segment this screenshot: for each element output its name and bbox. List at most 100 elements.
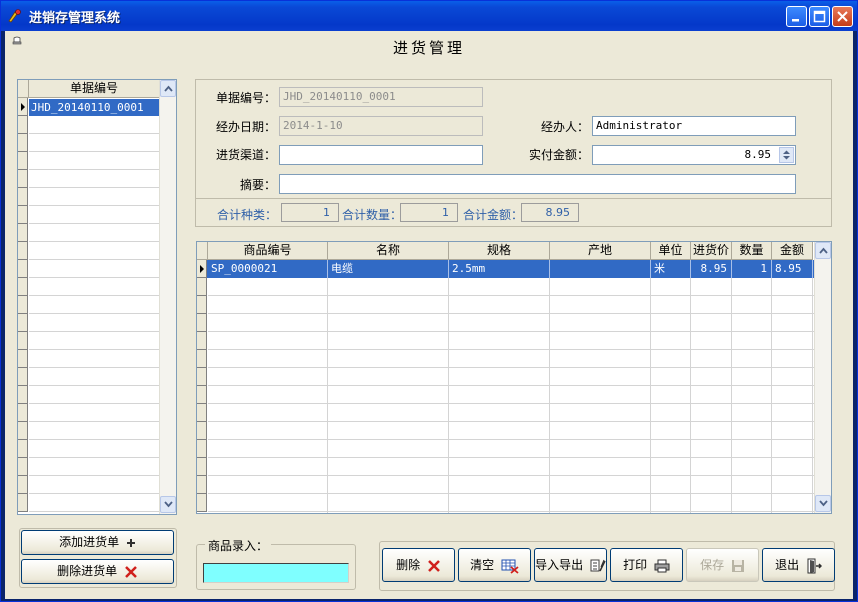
column-header[interactable]: 规格 xyxy=(449,242,550,260)
doc-no-column-header[interactable]: 单据编号 xyxy=(29,80,160,98)
row-indicator[interactable] xyxy=(197,386,207,404)
row-indicator[interactable] xyxy=(18,314,28,332)
row-gridline xyxy=(29,367,159,368)
paid-amount-input[interactable]: 8.95 xyxy=(592,145,796,165)
goods-grid[interactable]: 商品编号 名称 规格 产地 单位 进货价 数量 金额 SP_0000021 电缆 2.5mm 米 8.… xyxy=(196,241,832,514)
row-indicator[interactable] xyxy=(18,296,28,314)
row-indicator[interactable] xyxy=(18,188,28,206)
table-cell[interactable]: 8.95 xyxy=(691,260,732,278)
row-indicator[interactable] xyxy=(18,332,28,350)
row-indicator[interactable] xyxy=(18,116,28,134)
list-item-selected[interactable]: JHD_20140110_0001 xyxy=(29,99,159,116)
add-purchase-order-button[interactable]: 添加进货单 xyxy=(21,530,174,555)
row-indicator[interactable] xyxy=(18,98,28,116)
row-indicator[interactable] xyxy=(18,476,28,494)
column-header[interactable]: 金额 xyxy=(772,242,813,260)
table-cell[interactable]: SP_0000021 xyxy=(208,260,328,278)
row-indicator[interactable] xyxy=(18,350,28,368)
table-row[interactable]: SP_0000021 电缆 2.5mm 米 8.95 1 8.95 xyxy=(207,260,815,278)
row-indicator[interactable] xyxy=(18,206,28,224)
row-indicator[interactable] xyxy=(197,404,207,422)
list-scrollbar[interactable] xyxy=(159,80,176,514)
table-cell[interactable]: 电缆 xyxy=(328,260,449,278)
table-cell[interactable]: 2.5mm xyxy=(449,260,550,278)
column-header[interactable]: 产地 xyxy=(550,242,651,260)
minimize-button[interactable] xyxy=(786,6,807,27)
row-gridline xyxy=(208,385,814,386)
row-indicator[interactable] xyxy=(197,332,207,350)
row-indicator[interactable] xyxy=(18,368,28,386)
table-cell[interactable] xyxy=(550,260,651,278)
row-gridline xyxy=(29,331,159,332)
goods-entry-input[interactable] xyxy=(203,563,349,583)
row-gridline xyxy=(208,331,814,332)
close-icon xyxy=(837,11,848,22)
row-indicator[interactable] xyxy=(18,278,28,296)
row-indicator[interactable] xyxy=(197,260,207,278)
column-header[interactable]: 进货价 xyxy=(691,242,732,260)
row-indicator[interactable] xyxy=(18,440,28,458)
print-button[interactable]: 打印 xyxy=(610,548,683,582)
row-indicator[interactable] xyxy=(197,314,207,332)
row-indicator[interactable] xyxy=(197,440,207,458)
column-header[interactable]: 单位 xyxy=(651,242,691,260)
table-cell[interactable]: 8.95 xyxy=(772,260,813,278)
row-indicator[interactable] xyxy=(18,170,28,188)
channel-input[interactable] xyxy=(279,145,483,165)
save-button[interactable]: 保存 xyxy=(686,548,759,582)
clear-button[interactable]: 清空 xyxy=(458,548,531,582)
row-gridline xyxy=(208,295,814,296)
row-indicator[interactable] xyxy=(18,152,28,170)
column-header[interactable]: 数量 xyxy=(732,242,772,260)
row-indicator[interactable] xyxy=(18,260,28,278)
goods-scrollbar[interactable] xyxy=(814,242,831,513)
title-bar[interactable]: 进销存管理系统 xyxy=(1,1,857,31)
clear-label: 清空 xyxy=(470,558,495,572)
import-export-button[interactable]: 导入导出 xyxy=(534,548,607,582)
row-indicator[interactable] xyxy=(197,458,207,476)
exit-button[interactable]: 退出 xyxy=(762,548,835,582)
column-header[interactable]: 名称 xyxy=(328,242,449,260)
document-list-grid[interactable]: 单据编号 JHD_20140110_0001 xyxy=(17,79,177,515)
column-gridline xyxy=(690,260,691,513)
paid-amount-spinner[interactable] xyxy=(779,147,794,163)
clear-grid-icon xyxy=(501,559,519,574)
channel-label: 进货渠道： xyxy=(216,148,277,162)
client-area: 进货管理 单据编号 JHD_20140110_0001 单据编号： JHD_20… xyxy=(5,31,853,599)
scroll-down-button[interactable] xyxy=(160,496,176,513)
table-cell[interactable]: 米 xyxy=(651,260,691,278)
row-indicator[interactable] xyxy=(18,242,28,260)
row-indicator[interactable] xyxy=(18,494,28,512)
row-indicator[interactable] xyxy=(18,386,28,404)
total-kinds-value: 1 xyxy=(281,203,339,222)
maximize-button[interactable] xyxy=(809,6,830,27)
maximize-icon xyxy=(813,10,826,23)
row-indicator[interactable] xyxy=(197,494,207,512)
row-indicator[interactable] xyxy=(197,296,207,314)
row-indicator[interactable] xyxy=(18,422,28,440)
row-indicator[interactable] xyxy=(18,224,28,242)
row-indicator[interactable] xyxy=(18,458,28,476)
column-header[interactable]: 商品编号 xyxy=(208,242,328,260)
row-indicator[interactable] xyxy=(18,134,28,152)
handler-input[interactable]: Administrator xyxy=(592,116,796,136)
row-indicator[interactable] xyxy=(197,476,207,494)
row-indicator[interactable] xyxy=(197,350,207,368)
table-cell[interactable]: 1 xyxy=(732,260,772,278)
delete-purchase-order-button[interactable]: 删除进货单 xyxy=(21,559,174,584)
import-export-icon xyxy=(590,559,606,571)
row-indicator[interactable] xyxy=(18,404,28,422)
row-gridline xyxy=(208,457,814,458)
summary-input[interactable] xyxy=(279,174,796,194)
row-indicator[interactable] xyxy=(197,278,207,296)
goods-scroll-down-button[interactable] xyxy=(815,495,831,512)
delete-button[interactable]: 删除 xyxy=(382,548,455,582)
document-actions-group: 添加进货单 删除进货单 xyxy=(19,528,177,588)
row-gridline xyxy=(29,223,159,224)
close-button[interactable] xyxy=(832,6,853,27)
scroll-up-button[interactable] xyxy=(160,80,176,97)
row-indicator[interactable] xyxy=(197,368,207,386)
goods-scroll-up-button[interactable] xyxy=(815,242,831,259)
row-indicator[interactable] xyxy=(197,422,207,440)
goods-grid-corner xyxy=(197,242,208,260)
